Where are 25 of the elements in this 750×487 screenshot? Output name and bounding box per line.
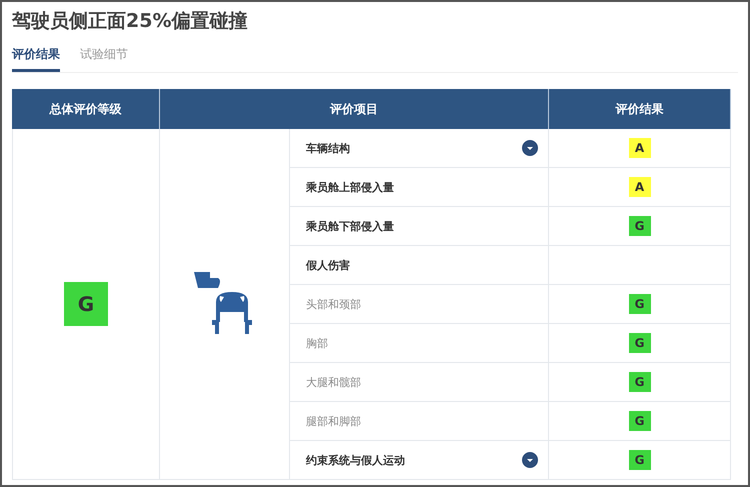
column-header: 总体评价等级 xyxy=(12,89,160,129)
item-label: 胸部 xyxy=(306,336,328,350)
item-label: 乘员舱上部侵入量 xyxy=(306,180,394,194)
grade-badge: G xyxy=(628,411,650,431)
item-label: 乘员舱下部侵入量 xyxy=(306,218,394,234)
grade-badge: G xyxy=(628,294,650,314)
grade-badge: G xyxy=(628,333,650,353)
column-header: 评价结果 xyxy=(549,89,731,129)
grade-badge: G xyxy=(628,450,650,470)
grade-badge: G xyxy=(64,282,108,326)
item-label: 大腿和髋部 xyxy=(306,374,361,390)
item-label: 头部和颈部 xyxy=(306,296,361,312)
tab[interactable]: 评价结果 xyxy=(12,46,60,72)
expand-icon[interactable] xyxy=(522,452,538,468)
grade-badge: A xyxy=(628,177,650,197)
page-title: 驾驶员侧正面25%偏置碰撞 xyxy=(12,9,248,34)
item-label: 假人伤害 xyxy=(306,258,350,272)
grade-badge: G xyxy=(628,216,650,236)
grade-badge: G xyxy=(628,372,650,392)
item-label: 约束系统与假人运动 xyxy=(306,452,405,468)
column-header: 评价项目 xyxy=(160,89,549,129)
expand-icon[interactable] xyxy=(522,140,538,156)
item-label: 腿部和脚部 xyxy=(306,414,361,428)
grade-badge: A xyxy=(628,138,650,158)
item-label: 车辆结构 xyxy=(306,140,350,156)
